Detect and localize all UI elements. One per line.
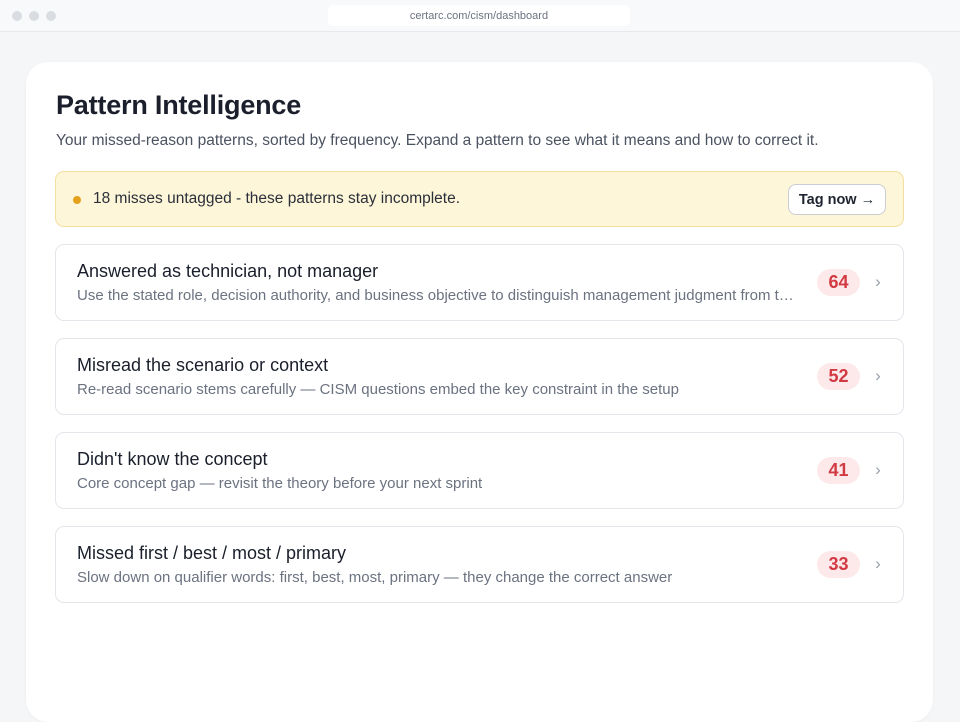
browser-toolbar: certarc.com/cism/dashboard: [0, 0, 960, 32]
pattern-description: Core concept gap — revisit the theory be…: [77, 475, 483, 492]
untagged-warning-banner: 18 misses untagged - these patterns stay…: [55, 171, 904, 227]
miss-count-badge: 33: [817, 551, 860, 578]
pattern-title: Misread the scenario or context: [77, 355, 329, 375]
pattern-description: Re-read scenario stems carefully — CISM …: [77, 381, 679, 398]
window-controls: [12, 11, 56, 21]
warning-dot-icon: [73, 196, 81, 204]
pattern-row[interactable]: Answered as technician, not manager Use …: [55, 244, 904, 321]
chevron-right-icon[interactable]: ›: [871, 364, 885, 388]
window-close-dot[interactable]: [12, 11, 22, 21]
window-maximize-dot[interactable]: [46, 11, 56, 21]
banner-message: 18 misses untagged - these patterns stay…: [93, 190, 461, 207]
pattern-title: Missed first / best / most / primary: [77, 543, 347, 563]
pattern-row[interactable]: Misread the scenario or context Re-read …: [55, 338, 904, 415]
pattern-title: Answered as technician, not manager: [77, 261, 379, 281]
miss-count-badge: 41: [817, 457, 860, 484]
chevron-right-icon[interactable]: ›: [871, 552, 885, 576]
chevron-right-icon[interactable]: ›: [871, 270, 885, 294]
pattern-intelligence-card: Pattern Intelligence Your missed-reason …: [26, 62, 933, 722]
window-minimize-dot[interactable]: [29, 11, 39, 21]
pattern-description: Use the stated role, decision authority,…: [77, 287, 802, 304]
chevron-right-icon[interactable]: ›: [871, 458, 885, 482]
miss-count-badge: 52: [817, 363, 860, 390]
miss-count-badge: 64: [817, 269, 860, 296]
pattern-row[interactable]: Didn't know the concept Core concept gap…: [55, 432, 904, 509]
address-bar[interactable]: certarc.com/cism/dashboard: [328, 5, 630, 26]
tag-now-button[interactable]: Tag now →: [788, 184, 886, 215]
pattern-title: Didn't know the concept: [77, 449, 268, 469]
page-title: Pattern Intelligence: [56, 90, 302, 120]
page-subtitle: Your missed-reason patterns, sorted by f…: [56, 132, 819, 149]
pattern-description: Slow down on qualifier words: first, bes…: [77, 569, 673, 586]
pattern-row[interactable]: Missed first / best / most / primary Slo…: [55, 526, 904, 603]
